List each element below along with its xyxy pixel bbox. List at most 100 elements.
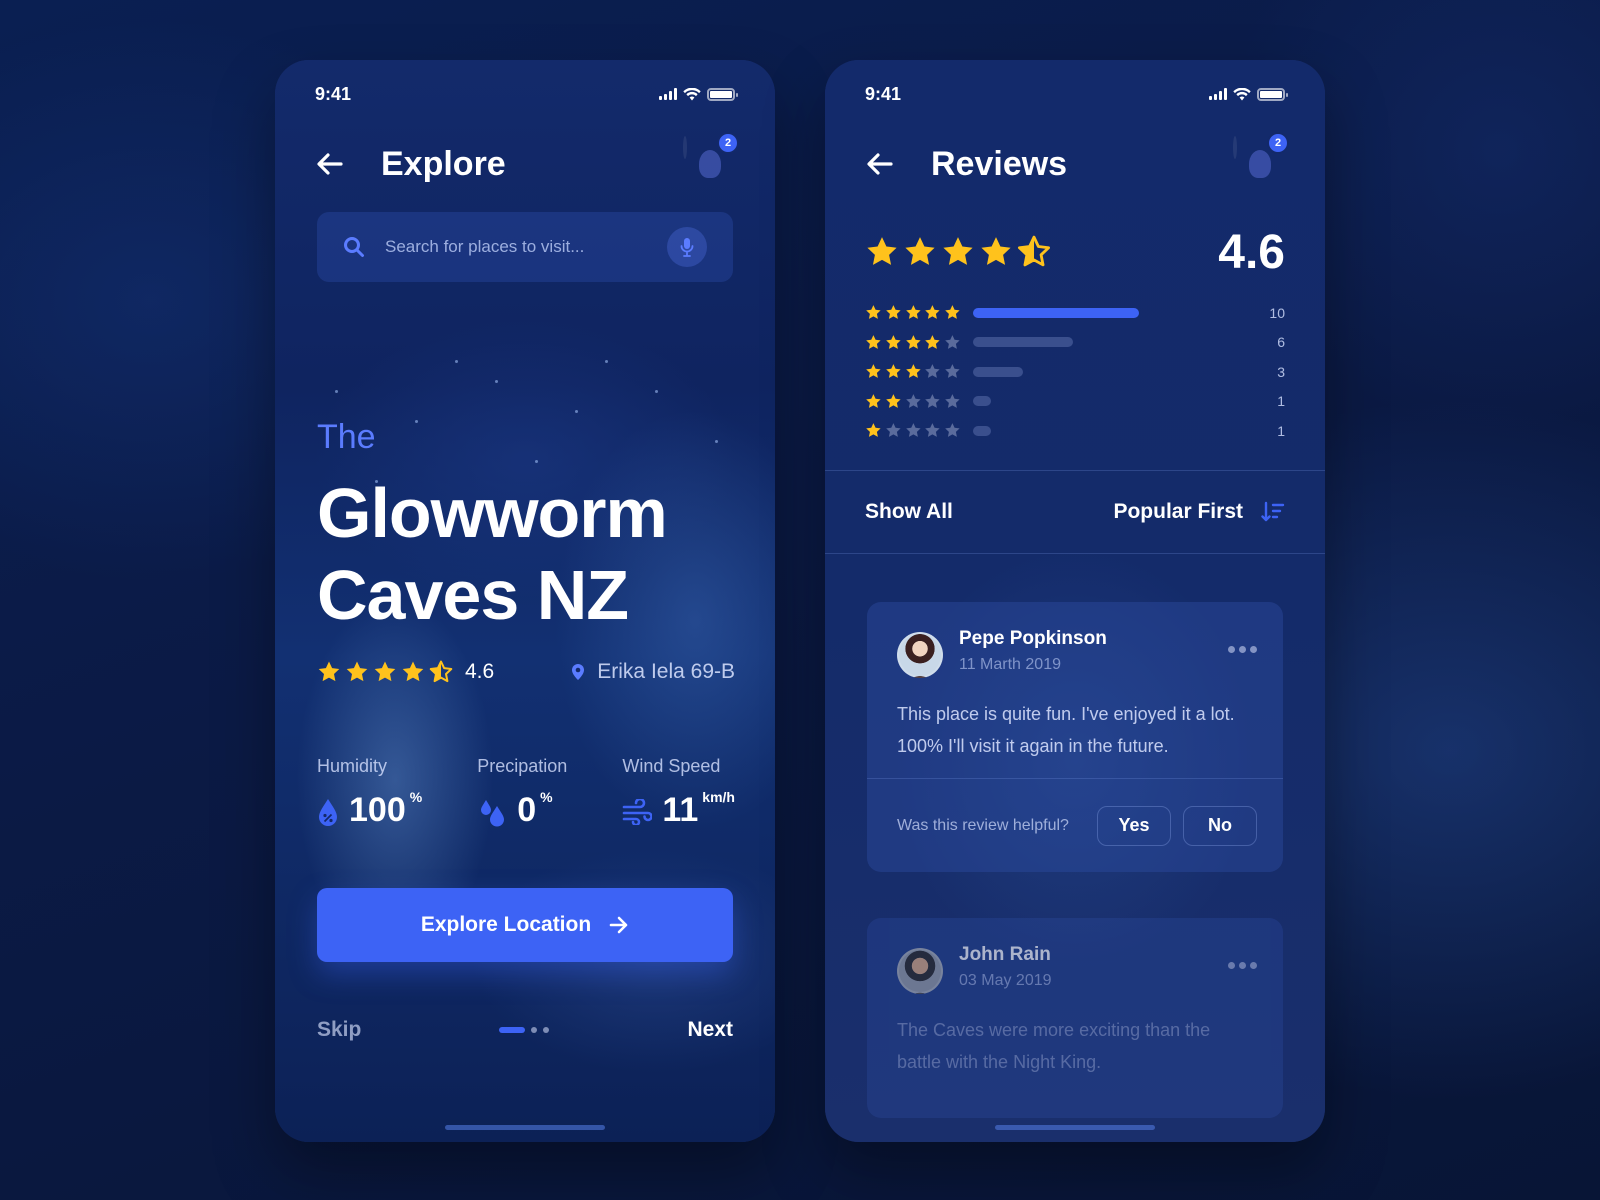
wind-icon	[623, 799, 653, 825]
weather-unit: %	[540, 789, 553, 805]
star-empty-icon	[905, 423, 921, 438]
profile-avatar[interactable]: 2	[1233, 132, 1289, 190]
distribution-bar	[973, 396, 1245, 407]
microphone-button[interactable]	[667, 227, 707, 267]
distribution-stars	[865, 304, 961, 321]
avatar-image	[683, 136, 687, 159]
search-input[interactable]: Search for places to visit...	[385, 237, 667, 257]
distribution-stars	[865, 422, 961, 439]
weather-value: 0	[517, 791, 537, 829]
distribution-row: 1	[865, 387, 1285, 417]
helpful-no-button[interactable]: No	[1183, 805, 1257, 846]
reviewer-name[interactable]: John Rain	[959, 944, 1228, 966]
helpful-yes-button[interactable]: Yes	[1097, 805, 1171, 846]
page-dot[interactable]	[531, 1027, 538, 1033]
back-arrow-icon[interactable]	[865, 149, 895, 179]
notification-badge: 2	[717, 132, 739, 154]
more-options-icon[interactable]	[1228, 962, 1257, 969]
more-options-icon[interactable]	[1228, 646, 1257, 653]
star-full-icon	[905, 305, 921, 320]
weather-value: 11	[662, 791, 699, 829]
review-card: Pepe Popkinson 11 Marth 2019 This place …	[867, 602, 1283, 872]
signal-icon	[1209, 88, 1227, 100]
distribution-bar	[973, 366, 1245, 377]
search-bar[interactable]: Search for places to visit...	[317, 212, 733, 282]
back-arrow-icon[interactable]	[315, 149, 345, 179]
next-button[interactable]: Next	[687, 1018, 733, 1042]
page-indicator[interactable]	[499, 1027, 550, 1033]
page-title: Explore	[381, 144, 506, 183]
header: Explore 2	[315, 132, 739, 192]
review-text: This place is quite fun. I've enjoyed it…	[897, 704, 1235, 756]
sort-label: Popular First	[1113, 500, 1243, 523]
location: Erika Iela 69-B	[571, 660, 735, 684]
weather-unit: %	[409, 789, 423, 805]
distribution-bar	[973, 425, 1245, 436]
weather-label: Wind Speed	[622, 756, 721, 776]
humidity-drop-icon	[319, 799, 337, 826]
star-half-icon	[429, 660, 453, 683]
microphone-icon	[680, 238, 694, 257]
star-empty-icon	[925, 393, 940, 408]
notification-badge: 2	[1267, 132, 1289, 154]
status-time: 9:41	[315, 83, 352, 104]
weather-humidity: Humidity 100 %	[317, 756, 422, 829]
status-icons	[1209, 87, 1288, 101]
star-full-icon	[374, 661, 396, 682]
reviewer-name[interactable]: Pepe Popkinson	[959, 628, 1228, 650]
page-dot-active[interactable]	[499, 1027, 526, 1033]
skip-button[interactable]: Skip	[317, 1018, 361, 1042]
distribution-stars	[865, 363, 961, 380]
overall-rating-stars	[865, 235, 1051, 269]
helpful-prompt: Was this review helpful?	[897, 816, 1069, 834]
weather-label: Humidity	[317, 756, 388, 776]
star-full-icon	[402, 661, 424, 682]
review-date: 11 Marth 2019	[959, 656, 1061, 673]
page-dot[interactable]	[543, 1027, 550, 1033]
star-full-icon	[905, 237, 935, 265]
distribution-count: 3	[1277, 363, 1285, 380]
home-indicator[interactable]	[445, 1125, 605, 1130]
rating-value: 4.6	[465, 660, 495, 683]
distribution-bar-fill	[973, 366, 1023, 377]
wifi-icon	[683, 87, 701, 100]
star-empty-icon	[905, 393, 921, 408]
distribution-row: 3	[865, 357, 1285, 387]
reviewer-avatar[interactable]	[897, 632, 943, 678]
explore-location-button[interactable]: Explore Location	[317, 888, 733, 962]
home-indicator[interactable]	[995, 1125, 1155, 1130]
distribution-count: 10	[1269, 304, 1285, 321]
distribution-bar-fill	[973, 337, 1073, 348]
rating-row: 4.6 Erika Iela 69-B	[317, 657, 735, 687]
star-full-icon	[905, 334, 921, 349]
distribution-stars	[865, 393, 961, 410]
distribution-count: 1	[1277, 422, 1285, 439]
distribution-count: 6	[1277, 334, 1285, 351]
distribution-bar-fill	[973, 396, 991, 407]
status-bar: 9:41	[315, 82, 738, 106]
profile-avatar[interactable]: 2	[683, 132, 739, 190]
page-title: Reviews	[931, 144, 1068, 183]
review-filters: Show All Popular First	[825, 470, 1325, 554]
distribution-bar-fill	[973, 425, 991, 436]
star-half-icon	[1017, 235, 1051, 267]
review-date: 03 May 2019	[959, 972, 1052, 989]
place-title-line-2: Caves NZ	[317, 556, 629, 634]
star-empty-icon	[925, 364, 940, 379]
star-empty-icon	[945, 423, 960, 438]
reviewer-avatar[interactable]	[897, 948, 943, 994]
place-title-line-1: Glowworm	[317, 474, 668, 552]
star-full-icon	[866, 334, 881, 349]
sort-dropdown[interactable]: Popular First	[1113, 500, 1285, 524]
status-time: 9:41	[865, 83, 902, 104]
avatar-image	[1233, 136, 1237, 159]
reviews-screen: 9:41 Reviews 2 4.6 10 6 3 1 1 Show All Popul…	[825, 60, 1325, 1142]
distribution-bar	[973, 337, 1245, 348]
distribution-count: 1	[1277, 393, 1285, 410]
show-all-button[interactable]: Show All	[865, 500, 953, 524]
location-label: Erika Iela 69-B	[597, 660, 735, 683]
weather-value: 100	[349, 791, 406, 829]
overall-rating-value: 4.6	[1218, 225, 1285, 279]
star-empty-icon	[885, 423, 901, 438]
distribution-bar	[973, 307, 1245, 318]
